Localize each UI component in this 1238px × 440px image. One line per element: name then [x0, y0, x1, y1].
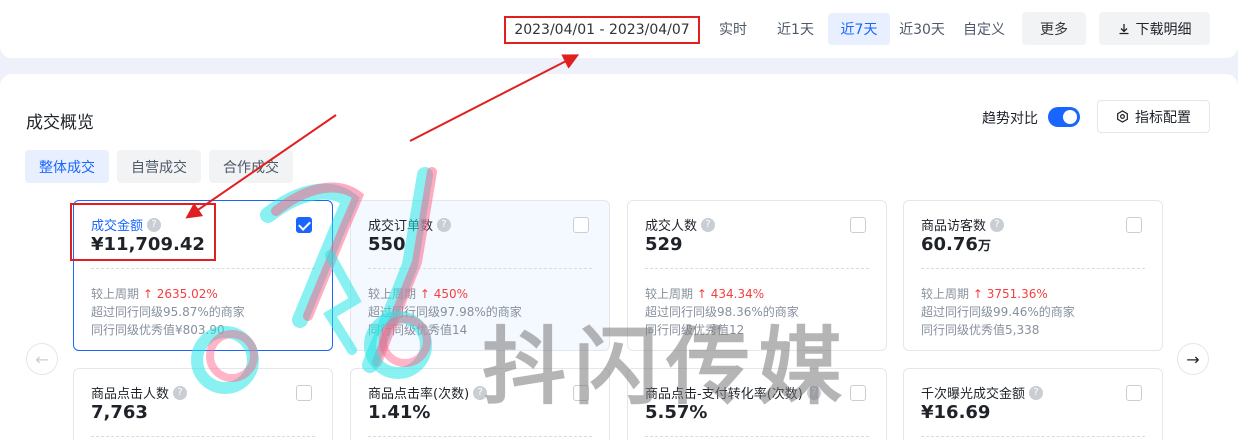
card-value: ¥16.69: [921, 402, 991, 423]
divider: [645, 268, 869, 269]
more-button[interactable]: 更多: [1022, 12, 1086, 45]
card-checkbox[interactable]: [1126, 217, 1142, 233]
tab-overall[interactable]: 整体成交: [25, 150, 109, 183]
carousel-prev-button[interactable]: ←: [26, 343, 58, 375]
excellent-line: 同行同级优秀值¥803.90: [91, 323, 225, 337]
compare-line: 较上周期 ↑ 450%: [368, 287, 469, 301]
card-label: 千次曝光成交金额?: [921, 383, 1044, 402]
card-label: 商品访客数?: [921, 215, 1005, 234]
card-checkbox[interactable]: [850, 217, 866, 233]
divider: [368, 436, 592, 437]
range-realtime[interactable]: 实时: [708, 13, 758, 45]
card-value: 529: [645, 234, 683, 255]
card-value: 7,763: [91, 402, 148, 423]
divider: [645, 436, 869, 437]
help-icon[interactable]: ?: [701, 217, 716, 232]
download-label: 下载明细: [1135, 21, 1192, 38]
trend-compare-label: 趋势对比: [982, 111, 1038, 127]
range-1day[interactable]: 近1天: [768, 13, 823, 45]
card-value: 550: [368, 234, 406, 255]
help-icon[interactable]: ?: [173, 385, 188, 400]
arrow-right-icon: →: [1186, 349, 1200, 369]
up-arrow-icon: ↑: [972, 287, 983, 301]
tab-self-operated[interactable]: 自营成交: [117, 150, 201, 183]
metric-config-button[interactable]: 指标配置: [1097, 100, 1210, 133]
divider: [921, 268, 1145, 269]
top-bar: 2023/04/01 - 2023/04/07 实时 近1天 近7天 近30天 …: [0, 0, 1238, 58]
card-checkbox[interactable]: [296, 217, 312, 233]
metric-card-visitors[interactable]: 商品访客数? 60.76万 较上周期 ↑ 3751.36% 超过同行同级99.4…: [903, 200, 1163, 351]
up-arrow-icon: ↑: [419, 287, 430, 301]
compare-line: 较上周期 ↑ 3751.36%: [921, 287, 1048, 301]
help-icon[interactable]: ?: [1029, 385, 1044, 400]
watermark-text: 抖闪传媒: [482, 318, 851, 416]
card-label: 商品点击率(次数)?: [368, 383, 488, 402]
card-checkbox[interactable]: [1126, 385, 1142, 401]
card-value: 1.41%: [368, 402, 431, 423]
divider: [368, 268, 592, 269]
page-title: 成交概览: [26, 113, 94, 133]
range-custom[interactable]: 自定义: [955, 13, 1013, 45]
carousel-next-button[interactable]: →: [1177, 343, 1209, 375]
rank-line: 超过同行同级99.46%的商家: [921, 305, 1075, 319]
metric-config-label: 指标配置: [1135, 109, 1191, 126]
annotation-highlight-box: [70, 203, 216, 261]
metric-card-product-clickers[interactable]: 商品点击人数? 7,763: [73, 368, 333, 440]
help-icon[interactable]: ?: [990, 217, 1005, 232]
card-label: 成交订单数?: [368, 215, 452, 234]
up-arrow-icon: ↑: [696, 287, 707, 301]
card-label: 商品点击人数?: [91, 383, 188, 402]
up-arrow-icon: ↑: [142, 287, 153, 301]
excellent-line: 同行同级优秀值5,338: [921, 323, 1040, 337]
arrow-left-icon: ←: [35, 349, 49, 369]
divider: [91, 268, 315, 269]
tab-cooperation[interactable]: 合作成交: [209, 150, 293, 183]
download-detail-button[interactable]: 下载明细: [1099, 12, 1210, 45]
card-label: 成交人数?: [645, 215, 716, 234]
divider: [921, 436, 1145, 437]
card-checkbox[interactable]: [850, 385, 866, 401]
download-icon: [1119, 23, 1128, 34]
divider: [91, 436, 315, 437]
compare-line: 较上周期 ↑ 2635.02%: [91, 287, 218, 301]
card-value: 60.76万: [921, 234, 991, 255]
help-icon[interactable]: ?: [437, 217, 452, 232]
trend-compare-toggle[interactable]: [1048, 107, 1080, 127]
card-checkbox[interactable]: [573, 217, 589, 233]
date-range-picker[interactable]: 2023/04/01 - 2023/04/07: [504, 16, 700, 44]
card-checkbox[interactable]: [296, 385, 312, 401]
excellent-line: 同行同级优秀值14: [368, 323, 468, 337]
range-30day[interactable]: 近30天: [893, 13, 951, 45]
rank-line: 超过同行同级95.87%的商家: [91, 305, 245, 319]
gear-icon: [1117, 110, 1128, 123]
metric-card-gmv-per-mille[interactable]: 千次曝光成交金额? ¥16.69: [903, 368, 1163, 440]
range-7day[interactable]: 近7天: [828, 13, 890, 45]
